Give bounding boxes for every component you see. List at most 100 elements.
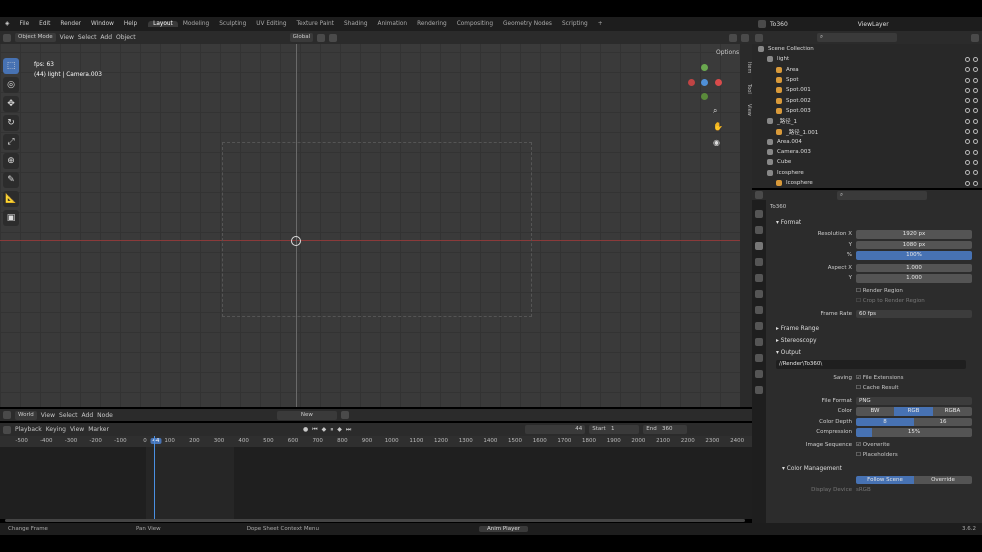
menu-edit[interactable]: Edit [34,21,55,27]
shader-editor-icon[interactable] [3,411,11,419]
menu-help[interactable]: Help [119,21,142,27]
outliner-row[interactable]: Icosphere [752,168,982,178]
keying-menu[interactable]: Keying [46,426,66,433]
eye-icon[interactable] [965,118,970,124]
placeholders-checkbox[interactable]: ☐ [856,452,863,458]
eye-icon[interactable] [965,139,970,145]
format-section[interactable]: ▾ Format [770,217,982,229]
frame-rate-dropdown[interactable]: 60 fps [856,309,972,318]
visibility-toggles[interactable] [965,149,982,155]
overwrite-checkbox[interactable]: ☑ [856,442,863,448]
cursor-icon[interactable]: ◎ [3,77,19,93]
anim-player-tab[interactable]: Anim Player [478,526,528,532]
view-layer-name[interactable]: ViewLayer [858,21,889,28]
camera-render-icon[interactable] [973,67,978,73]
timeline-area[interactable] [0,436,752,522]
cache-result-checkbox[interactable]: ☐ [856,385,863,391]
outliner-row[interactable]: Spot.001 [752,85,982,95]
outliner-row[interactable]: _路径_1.001 [752,126,982,136]
end-value[interactable]: 360 [662,426,673,432]
resolution-y-field[interactable]: 1080 px [856,240,972,249]
camera-render-icon[interactable] [973,129,978,135]
eye-icon[interactable] [965,180,970,186]
measure-icon[interactable]: 📐 [3,191,19,207]
object-tab-icon[interactable] [755,322,763,330]
eye-icon[interactable] [965,108,970,114]
file-extensions-checkbox[interactable]: ☑ [856,375,863,381]
tab-shading[interactable]: Shading [339,21,373,27]
eye-icon[interactable] [965,77,970,83]
camera-render-icon[interactable] [973,180,978,186]
tab-geometry-nodes[interactable]: Geometry Nodes [498,21,557,27]
outliner-row[interactable]: light [752,54,982,64]
tab-layout[interactable]: Layout [148,21,178,27]
pan-hand-icon[interactable]: ✋ [713,122,723,131]
tab-sculpting[interactable]: Sculpting [214,21,251,27]
resolution-x-field[interactable]: 1920 px [856,230,972,239]
menu-render[interactable]: Render [55,21,86,27]
visibility-toggles[interactable] [965,108,982,114]
aspect-x-field[interactable]: 1.000 [856,263,972,272]
eye-icon[interactable] [965,98,970,104]
menu-window[interactable]: Window [86,21,119,27]
tab-texture-paint[interactable]: Texture Paint [292,21,339,27]
add-cube-icon[interactable]: ▣ [3,210,19,226]
physics-tab-icon[interactable] [755,354,763,362]
outliner-row[interactable]: Scene Collection [752,44,982,54]
annotate-icon[interactable]: ✎ [3,172,19,188]
visibility-toggles[interactable] [965,56,982,62]
outliner-row[interactable]: Area.004 [752,137,982,147]
color-management-section[interactable]: ▾ Color Management [770,463,982,475]
tab-animation[interactable]: Animation [373,21,413,27]
menu-node[interactable]: Node [97,412,113,419]
gizmo-neg-x-icon[interactable] [688,79,695,86]
outliner-row[interactable]: Spot [752,75,982,85]
outliner-row[interactable]: _路径_1 [752,116,982,126]
outliner-row[interactable]: Spot.003 [752,106,982,116]
render-tab-icon[interactable] [755,226,763,234]
follow-scene-button[interactable]: Follow Scene [856,475,914,484]
add-workspace-button[interactable]: + [593,21,608,27]
color-rgba-button[interactable]: RGBA [933,407,972,416]
jump-end-icon[interactable]: ⏭ [346,426,351,434]
collection-tab-icon[interactable] [755,306,763,314]
viewport-shading-icon[interactable] [729,33,737,42]
visibility-toggles[interactable] [965,159,982,165]
resolution-percent-field[interactable]: 100% [856,251,972,260]
properties-search[interactable]: ⌕ [837,190,927,200]
outliner-editor-icon[interactable] [755,33,763,42]
depth-8-button[interactable]: 8 [856,417,914,426]
camera-view-icon[interactable]: ◉ [713,138,720,147]
eye-icon[interactable] [965,67,970,73]
current-frame-field[interactable]: 44 [525,425,586,434]
editor-type-icon[interactable] [3,33,11,42]
tool-tab-icon[interactable] [755,210,763,218]
camera-render-icon[interactable] [973,98,978,104]
tab-compositing[interactable]: Compositing [452,21,498,27]
camera-render-icon[interactable] [973,159,978,165]
visibility-toggles[interactable] [965,118,982,124]
timeline-ruler[interactable]: -500 -400 -300 -200 -100 0 44 100 200 300 400 500 60… [0,436,752,447]
menu-add[interactable]: Add [100,34,112,41]
modifier-tab-icon[interactable] [755,338,763,346]
constraints-tab-icon[interactable] [755,370,763,378]
file-format-dropdown[interactable]: PNG [856,396,972,405]
tab-rendering[interactable]: Rendering [412,21,452,27]
new-button[interactable]: New [276,410,337,420]
eye-icon[interactable] [965,87,970,93]
properties-editor-icon[interactable] [755,191,763,199]
camera-render-icon[interactable] [973,170,978,176]
display-device-value[interactable]: sRGB [856,487,871,493]
visibility-toggles[interactable] [965,170,982,176]
pin-icon[interactable] [340,411,349,419]
playback-menu[interactable]: Playback [15,426,42,433]
orientation-dropdown[interactable]: Global [289,33,314,42]
crop-region-checkbox[interactable]: ☐ [856,298,863,304]
override-button[interactable]: Override [914,475,972,484]
camera-render-icon[interactable] [973,77,978,83]
menu-select-2[interactable]: Select [59,412,78,419]
filter-icon[interactable] [971,33,979,42]
move-icon[interactable]: ✥ [3,96,19,112]
aspect-y-field[interactable]: 1.000 [856,274,972,283]
output-path-field[interactable]: //Render\To360\ [776,360,966,369]
